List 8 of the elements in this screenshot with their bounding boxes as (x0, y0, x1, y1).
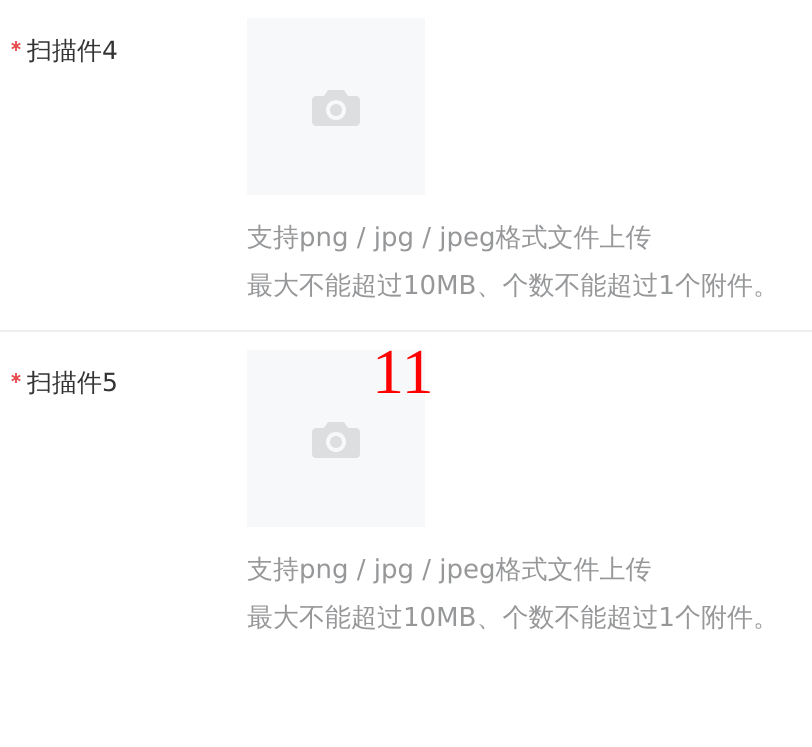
field-label: 扫描件4 (27, 36, 118, 65)
upload-hint: 最大不能超过10MB、个数不能超过1个附件。 (247, 602, 780, 635)
upload-hint: 支持png / jpg / jpeg格式文件上传 (247, 222, 653, 255)
page-marker: 11 (372, 340, 434, 404)
upload-hint: 最大不能超过10MB、个数不能超过1个附件。 (247, 270, 780, 303)
upload-hint: 支持png / jpg / jpeg格式文件上传 (247, 554, 653, 587)
field-label: 扫描件5 (27, 368, 118, 397)
image-upload-button[interactable] (247, 18, 425, 195)
